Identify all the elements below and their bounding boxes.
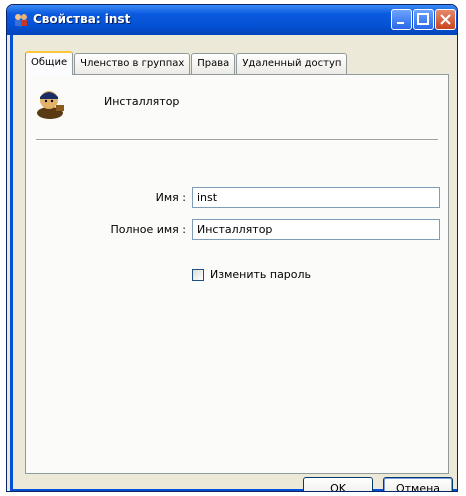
- full-name-label: Полное имя :: [110, 223, 187, 236]
- tab-general[interactable]: Общие: [25, 51, 74, 75]
- name-field[interactable]: inst: [192, 187, 440, 208]
- tab-rights[interactable]: Права: [191, 53, 236, 74]
- minimize-icon: [397, 22, 404, 24]
- close-icon: [440, 14, 451, 25]
- dialog-body: Общие Членство в группах Права Удаленный…: [10, 35, 457, 491]
- name-label: Имя :: [155, 191, 186, 204]
- close-button[interactable]: [435, 9, 456, 30]
- user-icon: [37, 91, 64, 119]
- ok-button[interactable]: OK: [303, 477, 373, 491]
- user-display-name: Инсталлятор: [104, 95, 180, 108]
- title-bar[interactable]: Свойства: inst: [7, 5, 457, 35]
- separator: [36, 139, 438, 141]
- full-name-field[interactable]: Инсталлятор: [192, 219, 440, 240]
- tab-strip: Общие Членство в группах Права Удаленный…: [25, 51, 348, 75]
- tab-remote-access[interactable]: Удаленный доступ: [236, 53, 348, 74]
- properties-window: Свойства: inst Общие Членство в группах …: [6, 4, 458, 492]
- general-tab-panel: Инсталлятор Имя : inst Полное имя : Инст…: [25, 74, 449, 474]
- minimize-button[interactable]: [391, 9, 412, 30]
- maximize-icon: [417, 13, 429, 25]
- maximize-button[interactable]: [413, 9, 434, 30]
- cancel-button[interactable]: Отмена: [383, 477, 453, 491]
- users-icon: [15, 14, 27, 26]
- change-password-checkbox[interactable]: [192, 269, 204, 281]
- window-title: Свойства: inst: [33, 12, 131, 26]
- change-password-label[interactable]: Изменить пароль: [210, 268, 311, 281]
- tab-group-membership[interactable]: Членство в группах: [74, 53, 191, 74]
